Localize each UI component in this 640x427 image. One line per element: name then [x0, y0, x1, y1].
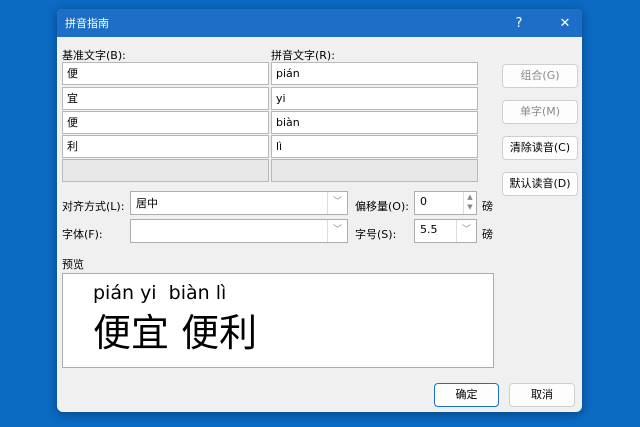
ruby-text-cell[interactable]: yi	[271, 87, 478, 110]
clear-ruby-button[interactable]: 清除读音(C)	[502, 136, 578, 160]
close-button[interactable]: ✕	[548, 9, 582, 37]
offset-value: 0	[420, 195, 427, 208]
ruby-text-cell[interactable]: pián	[271, 62, 478, 85]
base-text-cell[interactable]: 利	[62, 135, 269, 158]
default-ruby-button[interactable]: 默认读音(D)	[502, 172, 578, 196]
alignment-select[interactable]: 居中 ﹀	[130, 191, 348, 215]
font-label: 字体(F):	[62, 228, 103, 241]
preview-label: 预览	[62, 258, 84, 271]
group-button[interactable]: 组合(G)	[502, 64, 578, 88]
base-text-cell[interactable]: 便	[62, 62, 269, 85]
preview-box: pián yi biàn lì 便宜 便利	[62, 273, 494, 368]
alignment-value: 居中	[136, 197, 158, 210]
size-label: 字号(S):	[355, 228, 397, 241]
size-value: 5.5	[420, 223, 438, 236]
phonetic-guide-dialog: 拼音指南 ? ✕ 基准文字(B): 拼音文字(R): 便 pián 宜 yi 便…	[57, 9, 582, 412]
base-text-cell[interactable]: 宜	[62, 87, 269, 110]
help-button[interactable]: ?	[502, 9, 536, 37]
preview-text: 便宜 便利	[93, 311, 258, 355]
ok-button[interactable]: 确定	[434, 383, 499, 407]
preview-ruby: pián yi biàn lì	[93, 282, 227, 304]
ruby-text-cell-empty	[271, 159, 478, 182]
size-select[interactable]: 5.5 ﹀	[414, 219, 477, 243]
ruby-text-cell[interactable]: lì	[271, 135, 478, 158]
base-text-cell-empty	[62, 159, 269, 182]
font-select[interactable]: ﹀	[130, 219, 348, 243]
mono-button[interactable]: 单字(M)	[502, 100, 578, 124]
chevron-down-icon: ﹀	[456, 220, 476, 242]
size-unit: 磅	[482, 228, 493, 241]
base-text-label: 基准文字(B):	[62, 49, 126, 62]
base-text-cell[interactable]: 便	[62, 111, 269, 134]
alignment-label: 对齐方式(L):	[62, 200, 125, 213]
dialog-title: 拼音指南	[65, 17, 109, 30]
chevron-down-icon: ﹀	[327, 220, 347, 242]
chevron-down-icon: ﹀	[327, 192, 347, 214]
cancel-button[interactable]: 取消	[509, 383, 575, 407]
spin-arrows-icon[interactable]: ▲ ▼	[463, 192, 476, 214]
ruby-text-label: 拼音文字(R):	[271, 49, 335, 62]
offset-label: 偏移量(O):	[355, 200, 409, 213]
offset-spinner[interactable]: 0 ▲ ▼	[414, 191, 477, 215]
ruby-text-cell[interactable]: biàn	[271, 111, 478, 134]
offset-unit: 磅	[482, 200, 493, 213]
